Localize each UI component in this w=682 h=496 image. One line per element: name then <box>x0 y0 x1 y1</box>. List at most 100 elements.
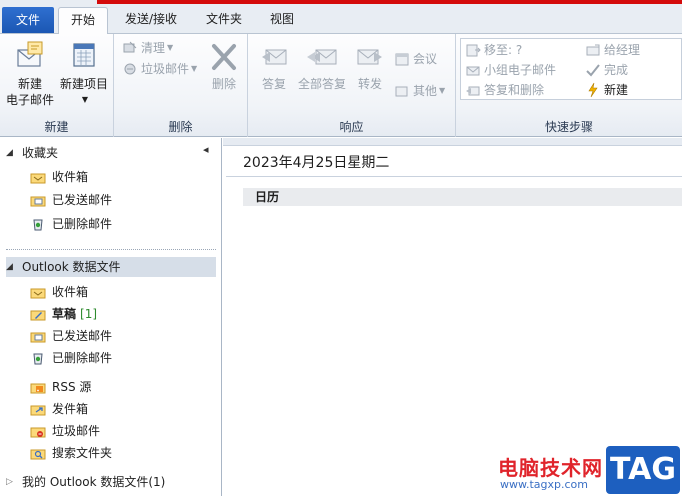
team-email-icon <box>465 62 481 78</box>
quick-step-reply-delete[interactable]: 答复和删除 <box>465 81 544 99</box>
more-respond-button[interactable]: 其他 ▼ <box>394 82 445 100</box>
quick-step-done[interactable]: 完成 <box>585 61 628 79</box>
quick-step-create-new[interactable]: 新建 <box>585 81 628 99</box>
rss-label: RSS 源 <box>52 380 92 394</box>
tab-view[interactable]: 视图 <box>258 7 306 34</box>
clean-up-dropdown-icon: ▼ <box>167 43 174 52</box>
nav-rss[interactable]: RSS 源 <box>30 377 91 397</box>
quick-step-team-email[interactable]: 小组电子邮件 <box>465 61 556 79</box>
reply-button[interactable]: 答复 <box>254 40 294 92</box>
reply-delete-label: 答复和删除 <box>484 83 545 97</box>
junk-label: 垃圾邮件 <box>141 62 190 76</box>
watermark-tag-logo: TAG <box>606 446 680 494</box>
delete-label: 删除 <box>211 77 236 91</box>
quick-step-move-to[interactable]: 移至: ? <box>465 41 522 59</box>
ribbon-group-new: 新建 电子邮件 新建项目 ▼ 新建 <box>0 34 114 137</box>
meeting-icon <box>394 51 410 67</box>
done-label: 完成 <box>604 63 629 77</box>
new-email-label-line2: 电子邮件 <box>5 93 54 107</box>
reply-icon <box>262 49 287 65</box>
drafts-label: 草稿 <box>52 307 77 321</box>
search-folders-label: 搜索文件夹 <box>52 446 113 460</box>
new-email-icon <box>17 41 43 67</box>
nav-my-datafile-header[interactable]: ▷ 我的 Outlook 数据文件(1) <box>6 472 165 492</box>
tab-file[interactable]: 文件 <box>2 7 54 33</box>
nav-datafile-header[interactable]: ◢ Outlook 数据文件 <box>6 257 216 277</box>
watermark-url: www.tagxp.com <box>500 478 588 491</box>
inbox-label: 收件箱 <box>52 285 89 299</box>
more-respond-label: 其他 <box>413 84 438 98</box>
junk-dropdown-icon: ▼ <box>191 64 198 73</box>
datafile-label: Outlook 数据文件 <box>22 260 121 274</box>
lightning-icon <box>585 82 601 98</box>
quick-steps-gallery[interactable]: 移至: ? 小组电子邮件 答复和删除 给经理 完成 新建 <box>460 38 682 100</box>
sent-folder-icon <box>30 329 46 343</box>
move-to-icon <box>465 42 481 58</box>
collapse-pane-icon[interactable]: ◂ <box>203 143 209 156</box>
team-email-label: 小组电子邮件 <box>484 63 557 77</box>
reply-all-icon <box>307 49 337 65</box>
junk-button[interactable]: 垃圾邮件 ▼ <box>122 60 197 78</box>
expand-triangle-icon: ◢ <box>6 262 13 272</box>
deleted-folder-icon <box>30 217 46 231</box>
rss-folder-icon <box>30 380 46 394</box>
reply-label: 答复 <box>261 77 286 91</box>
nav-divider <box>6 249 216 250</box>
inbox-folder-icon <box>30 285 46 299</box>
deleted-label: 已删除邮件 <box>52 351 113 365</box>
more-respond-icon <box>394 83 410 99</box>
clean-up-button[interactable]: 清理 ▼ <box>122 39 173 57</box>
nav-favorites-deleted[interactable]: 已删除邮件 <box>30 214 112 234</box>
nav-outbox[interactable]: 发件箱 <box>30 399 88 419</box>
nav-favorites-sent[interactable]: 已发送邮件 <box>30 190 112 210</box>
ribbon-group-respond: 答复 全部答复 转发 会议 其他 ▼ 响应 <box>248 34 456 137</box>
sent-folder-icon <box>30 193 46 207</box>
create-new-label: 新建 <box>604 83 629 97</box>
favorites-label: 收藏夹 <box>22 146 59 160</box>
nav-inbox[interactable]: 收件箱 <box>30 282 88 302</box>
nav-favorites-header[interactable]: ◢ 收藏夹 <box>6 143 58 163</box>
junk-folder-icon <box>30 424 46 438</box>
outbox-label: 发件箱 <box>52 402 89 416</box>
nav-deleted[interactable]: 已删除邮件 <box>30 348 112 368</box>
date-divider <box>226 176 682 177</box>
tab-send-receive[interactable]: 发送/接收 <box>116 7 186 34</box>
nav-search-folders[interactable]: 搜索文件夹 <box>30 443 112 463</box>
drafts-count-badge: [1] <box>80 307 98 321</box>
delete-button[interactable]: 删除 <box>204 40 244 92</box>
group-label-delete: 删除 <box>168 120 193 134</box>
to-manager-icon <box>585 42 601 58</box>
clean-up-label: 清理 <box>141 41 166 55</box>
new-items-label: 新建项目 <box>59 77 108 91</box>
meeting-button[interactable]: 会议 <box>394 50 437 68</box>
my-datafile-label: 我的 Outlook 数据文件(1) <box>22 475 166 489</box>
search-folder-icon <box>30 446 46 460</box>
checkmark-icon <box>585 62 601 78</box>
quick-step-to-manager[interactable]: 给经理 <box>585 41 640 59</box>
date-title: 2023年4月25日星期二 <box>243 155 390 171</box>
clean-up-icon <box>122 40 138 56</box>
reply-all-label: 全部答复 <box>297 77 346 91</box>
junk-label-nav: 垃圾邮件 <box>52 424 101 438</box>
content-top-strip <box>223 138 682 146</box>
nav-sent[interactable]: 已发送邮件 <box>30 326 112 346</box>
forward-button[interactable]: 转发 <box>350 40 390 92</box>
new-email-label-line1: 新建 <box>17 77 42 91</box>
nav-drafts[interactable]: 草稿 [1] <box>30 304 97 324</box>
ribbon: 新建 电子邮件 新建项目 ▼ 新建 清理 ▼ 垃圾邮件 ▼ 删除 删除 答复 全… <box>0 34 682 137</box>
tab-home[interactable]: 开始 <box>58 7 108 34</box>
favorites-inbox-label: 收件箱 <box>52 170 89 184</box>
tab-folder[interactable]: 文件夹 <box>196 7 252 34</box>
calendar-section-header[interactable]: 日历 <box>243 188 682 206</box>
drafts-folder-icon <box>30 307 46 321</box>
new-items-icon <box>73 43 95 67</box>
move-to-label: 移至: ? <box>484 43 523 57</box>
main-content: 2023年4月25日星期二 日历 <box>223 138 682 496</box>
new-email-button[interactable]: 新建 电子邮件 <box>4 40 56 108</box>
reply-all-button[interactable]: 全部答复 <box>296 40 348 92</box>
nav-junk[interactable]: 垃圾邮件 <box>30 421 100 441</box>
favorites-deleted-label: 已删除邮件 <box>52 217 113 231</box>
nav-favorites-inbox[interactable]: 收件箱 <box>30 167 88 187</box>
reply-delete-icon <box>465 82 481 98</box>
new-items-button[interactable]: 新建项目 ▼ <box>56 40 112 108</box>
